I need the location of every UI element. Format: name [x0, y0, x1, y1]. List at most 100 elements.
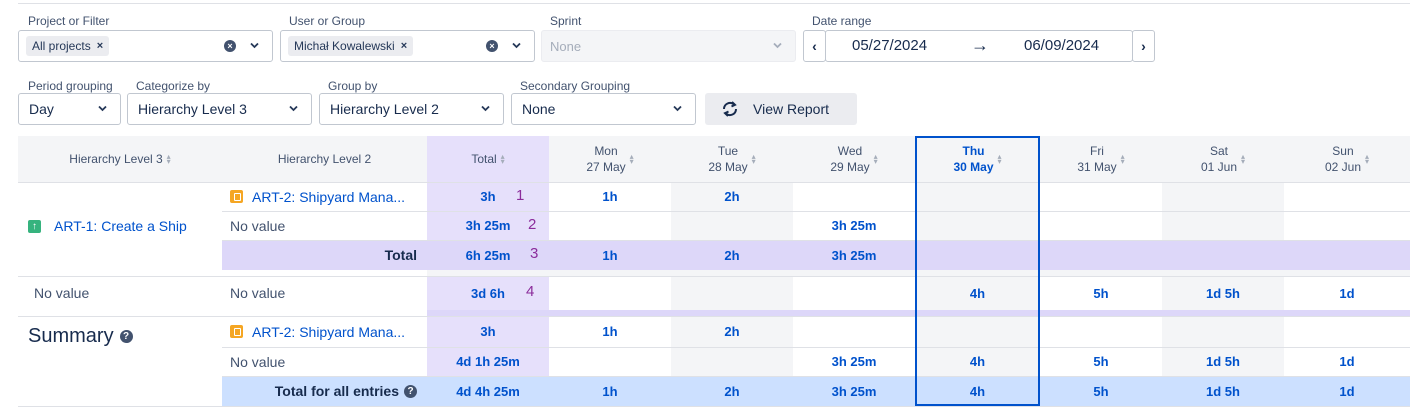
sort-icon[interactable]: ▴ ▾ [167, 153, 171, 166]
issue-art-2-text[interactable]: ART-2: Shipyard Mana... [252, 324, 405, 340]
day-value[interactable] [1284, 182, 1410, 211]
user-filter-select[interactable]: Michał Kowalewski × × [280, 30, 535, 62]
header-day-3[interactable]: Thu 30 May ▴ ▾ [915, 136, 1040, 182]
day-value[interactable]: 3h 25m [793, 347, 915, 376]
day-value[interactable]: 3h 25m [793, 211, 915, 240]
day-value[interactable] [549, 276, 671, 310]
day-value[interactable] [1040, 240, 1162, 270]
sprint-filter-select[interactable]: None [541, 30, 796, 62]
clear-icon[interactable]: × [486, 40, 498, 52]
date-from[interactable]: 05/27/2024 [852, 37, 927, 54]
sort-icon[interactable]: ▴ ▾ [752, 153, 756, 166]
day-value[interactable] [915, 211, 1040, 240]
sort-icon[interactable]: ▴ ▾ [501, 153, 505, 166]
chevron-down-icon[interactable] [289, 105, 298, 113]
sort-icon[interactable]: ▴ ▾ [1365, 153, 1369, 166]
day-value[interactable] [549, 211, 671, 240]
day-value[interactable]: 2h [671, 240, 793, 270]
day-value[interactable] [1162, 240, 1284, 270]
issue-art-2-text[interactable]: ART-2: Shipyard Mana... [252, 189, 405, 205]
view-report-button[interactable]: View Report [705, 93, 857, 125]
chevron-down-icon[interactable] [773, 42, 782, 50]
header-day-1[interactable]: Tue 28 May ▴ ▾ [671, 136, 793, 182]
day-value[interactable] [1040, 316, 1162, 347]
day-value[interactable] [1040, 182, 1162, 211]
day-date: 29 May [830, 160, 870, 174]
day-value[interactable]: 1d [1284, 347, 1410, 376]
day-value[interactable]: 3h 25m [793, 376, 915, 406]
header-hierarchy-level-3[interactable]: Hierarchy Level 3 ▴ ▾ [18, 136, 222, 182]
sort-icon[interactable]: ▴ ▾ [1121, 153, 1125, 166]
sort-icon[interactable]: ▴ ▾ [998, 153, 1002, 166]
day-value[interactable]: 4h [915, 276, 1040, 310]
day-value[interactable] [1162, 182, 1284, 211]
day-value[interactable] [671, 211, 793, 240]
chevron-down-icon[interactable] [250, 42, 259, 50]
day-value[interactable] [1162, 211, 1284, 240]
chevron-down-icon[interactable] [481, 105, 490, 113]
issue-art-2[interactable]: ART-2: Shipyard Mana... [230, 182, 427, 211]
day-value[interactable] [915, 316, 1040, 347]
header-day-4[interactable]: Fri 31 May ▴ ▾ [1040, 136, 1162, 182]
sort-icon[interactable]: ▴ ▾ [630, 153, 634, 166]
day-value[interactable]: 1d [1284, 276, 1410, 310]
day-value[interactable] [1162, 316, 1284, 347]
header-day-0[interactable]: Mon 27 May ▴ ▾ [549, 136, 671, 182]
header-day-2[interactable]: Wed 29 May ▴ ▾ [793, 136, 915, 182]
day-value[interactable] [793, 316, 915, 347]
day-value[interactable]: 2h [671, 316, 793, 347]
remove-user-icon[interactable]: × [401, 40, 407, 52]
day-value[interactable] [915, 240, 1040, 270]
header-hierarchy-level-2[interactable]: Hierarchy Level 2 [222, 136, 427, 182]
header-day-6[interactable]: Sun 02 Jun ▴ ▾ [1284, 136, 1410, 182]
header-day-5[interactable]: Sat 01 Jun ▴ ▾ [1162, 136, 1284, 182]
period-grouping-select[interactable]: Day [18, 93, 121, 125]
day-value[interactable] [671, 347, 793, 376]
day-value[interactable] [1284, 211, 1410, 240]
day-value[interactable] [1284, 240, 1410, 270]
group-by-select[interactable]: Hierarchy Level 2 [319, 93, 504, 125]
header-total[interactable]: Total ▴ ▾ [427, 136, 549, 182]
chevron-down-icon[interactable] [673, 105, 682, 113]
chevron-down-icon[interactable] [512, 42, 521, 50]
sort-icon[interactable]: ▴ ▾ [1241, 153, 1245, 166]
day-value[interactable]: 1d 5h [1162, 347, 1284, 376]
day-value[interactable]: 5h [1040, 376, 1162, 406]
chevron-down-icon[interactable] [98, 105, 107, 113]
categorize-by-select[interactable]: Hierarchy Level 3 [127, 93, 312, 125]
day-value[interactable] [915, 182, 1040, 211]
day-value[interactable]: 4h [915, 347, 1040, 376]
day-value[interactable] [1040, 211, 1162, 240]
day-value[interactable]: 2h [671, 376, 793, 406]
issue-art-2[interactable]: ART-2: Shipyard Mana... [230, 316, 427, 347]
day-value[interactable]: 4h [915, 376, 1040, 406]
day-value[interactable]: 3h 25m [793, 240, 915, 270]
day-value[interactable] [793, 182, 915, 211]
date-to[interactable]: 06/09/2024 [1024, 37, 1099, 54]
day-value[interactable]: 1h [549, 376, 671, 406]
epic-link[interactable]: ART-1: Create a Ship [54, 218, 187, 234]
day-value[interactable]: 1h [549, 316, 671, 347]
clear-icon[interactable]: × [224, 40, 236, 52]
sort-icon[interactable]: ▴ ▾ [874, 153, 878, 166]
project-filter-select[interactable]: All projects × × [18, 30, 273, 62]
date-prev-button[interactable]: ‹ [803, 30, 826, 62]
day-value[interactable]: 5h [1040, 347, 1162, 376]
day-value[interactable] [671, 276, 793, 310]
day-value[interactable]: 1h [549, 240, 671, 270]
day-value[interactable] [549, 347, 671, 376]
date-next-button[interactable]: › [1132, 30, 1155, 62]
help-icon[interactable]: ? [404, 384, 417, 398]
remove-project-icon[interactable]: × [97, 40, 103, 52]
day-value[interactable]: 1d [1284, 376, 1410, 406]
day-value[interactable]: 1d 5h [1162, 376, 1284, 406]
help-icon[interactable]: ? [119, 330, 133, 343]
day-value[interactable] [1284, 316, 1410, 347]
secondary-grouping-select[interactable]: None [511, 93, 696, 125]
day-value[interactable]: 2h [671, 182, 793, 211]
group-epic-art-1[interactable]: ↑ ART-1: Create a Ship [28, 182, 222, 270]
day-value[interactable] [793, 276, 915, 310]
day-value[interactable]: 5h [1040, 276, 1162, 310]
day-value[interactable]: 1d 5h [1162, 276, 1284, 310]
day-value[interactable]: 1h [549, 182, 671, 211]
